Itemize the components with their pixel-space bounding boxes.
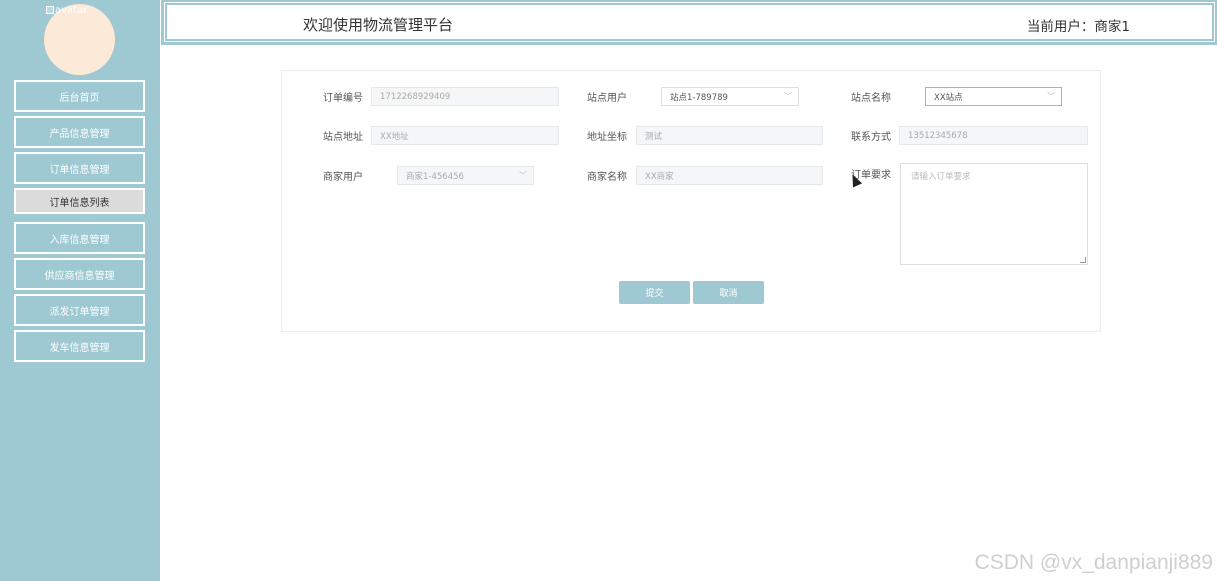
sidebar-item-dispatch[interactable]: 派发订单管理 <box>14 294 145 326</box>
contact-input[interactable]: 13512345678 <box>899 126 1088 145</box>
merchant-name-label: 商家名称 <box>587 172 627 183</box>
coords-label: 地址坐标 <box>587 132 627 143</box>
header-panel: 欢迎使用物流管理平台 当前用户：商家1 <box>164 2 1215 42</box>
merchant-user-field: 商家用户 商家1-456456 ﹀ <box>323 166 534 185</box>
station-name-label: 站点名称 <box>851 93 891 104</box>
sidebar-item-order-list[interactable]: 订单信息列表 <box>14 188 145 214</box>
sidebar: avatar 后台首页 产品信息管理 订单信息管理 订单信息列表 入库信息管理 … <box>0 0 160 581</box>
station-address-input[interactable]: XX地址 <box>371 126 559 145</box>
cancel-button[interactable]: 取消 <box>693 281 764 304</box>
sidebar-item-inbound[interactable]: 入库信息管理 <box>14 222 145 254</box>
merchant-user-select[interactable]: 商家1-456456 ﹀ <box>397 166 534 185</box>
station-address-field: 站点地址 XX地址 <box>323 126 559 145</box>
sidebar-nav: 后台首页 产品信息管理 订单信息管理 订单信息列表 入库信息管理 供应商信息管理… <box>14 80 145 366</box>
order-no-input[interactable]: 1712268929409 <box>371 87 559 106</box>
merchant-user-value: 商家1-456456 <box>406 171 464 182</box>
coords-field: 地址坐标 测试 <box>587 126 823 145</box>
header: 欢迎使用物流管理平台 当前用户：商家1 <box>161 0 1217 45</box>
requirements-placeholder: 请输入订单要求 <box>911 172 971 182</box>
watermark: CSDN @vx_danpianji889 <box>974 551 1213 574</box>
merchant-name-field: 商家名称 XX商家 <box>587 166 823 185</box>
broken-image-icon <box>46 6 54 14</box>
station-user-value: 站点1-789789 <box>670 92 728 103</box>
sidebar-item-products[interactable]: 产品信息管理 <box>14 116 145 148</box>
sidebar-item-orders[interactable]: 订单信息管理 <box>14 152 145 184</box>
chevron-down-icon: ﹀ <box>519 171 527 180</box>
sidebar-item-home[interactable]: 后台首页 <box>14 80 145 112</box>
submit-button[interactable]: 提交 <box>619 281 690 304</box>
station-user-field: 站点用户 站点1-789789 ﹀ <box>587 87 799 106</box>
station-name-value: XX站点 <box>934 92 963 103</box>
page-title: 欢迎使用物流管理平台 <box>303 16 454 34</box>
chevron-down-icon: ﹀ <box>784 92 792 101</box>
contact-field: 联系方式 13512345678 <box>851 126 1088 145</box>
merchant-user-label: 商家用户 <box>323 172 363 183</box>
avatar-broken-image: avatar <box>46 5 87 16</box>
resize-handle-icon[interactable] <box>1080 257 1086 263</box>
station-user-select[interactable]: 站点1-789789 ﹀ <box>661 87 799 106</box>
station-name-select[interactable]: XX站点 ﹀ <box>925 87 1062 106</box>
order-no-label: 订单编号 <box>323 93 363 104</box>
sidebar-item-departures[interactable]: 发车信息管理 <box>14 330 145 362</box>
sidebar-item-suppliers[interactable]: 供应商信息管理 <box>14 258 145 290</box>
current-user: 当前用户：商家1 <box>1026 19 1130 35</box>
merchant-name-input[interactable]: XX商家 <box>636 166 823 185</box>
contact-label: 联系方式 <box>851 132 891 143</box>
station-user-label: 站点用户 <box>587 93 627 104</box>
order-no-field: 订单编号 1712268929409 <box>323 87 559 106</box>
station-address-label: 站点地址 <box>323 132 363 143</box>
chevron-down-icon: ﹀ <box>1047 92 1055 101</box>
station-name-field: 站点名称 XX站点 ﹀ <box>851 87 1062 106</box>
avatar-alt-text: avatar <box>55 5 88 16</box>
order-form: 订单编号 1712268929409 站点用户 站点1-789789 ﹀ 站点名称… <box>281 70 1101 332</box>
requirements-textarea[interactable]: 请输入订单要求 <box>900 163 1088 265</box>
coords-input[interactable]: 测试 <box>636 126 823 145</box>
